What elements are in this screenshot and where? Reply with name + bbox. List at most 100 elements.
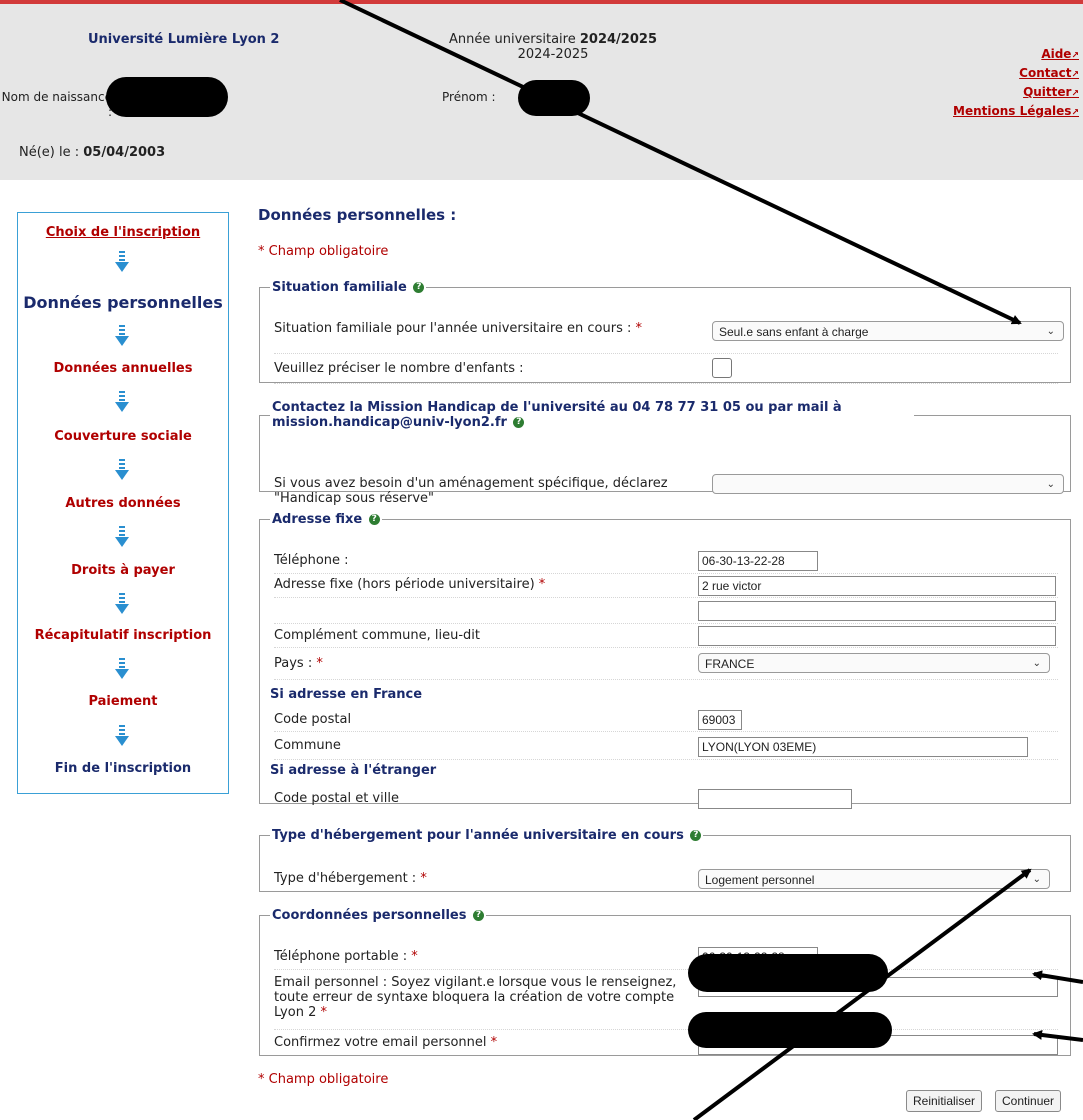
hebergement-label: Type d'hébergement : * (274, 871, 427, 886)
row-cpville: Code postal et ville (274, 781, 1058, 811)
birthdate-value: 05/04/2003 (83, 145, 166, 160)
row-commune: Commune LYON(LYON 03EME) (274, 731, 1058, 760)
handicap-label: Si vous avez besoin d'un aménagement spé… (274, 476, 668, 506)
fieldset-situation: Situation familiale ? Situation familial… (259, 280, 1071, 384)
help-icon[interactable]: ? (368, 514, 380, 525)
logout-link[interactable]: Quitter (953, 84, 1079, 103)
cp-label: Code postal (274, 712, 352, 727)
redacted-name (106, 77, 228, 117)
birthdate: Né(e) le : 05/04/2003 (19, 145, 165, 160)
step-paiement: Paiement (88, 694, 158, 709)
hebergement-select[interactable]: Logement personnel ⌄ (698, 869, 1050, 889)
adresse-label: Adresse fixe (hors période universitaire… (274, 577, 546, 592)
fieldset-coordonnees: Coordonnées personnelles ? Téléphone por… (259, 908, 1071, 1056)
row-cp: Code postal 69003 (274, 705, 1058, 732)
reset-button[interactable]: Reinitialiser (906, 1090, 983, 1112)
children-count-field[interactable] (712, 358, 732, 378)
portable-label: Téléphone portable : * (274, 949, 418, 964)
help-icon[interactable]: ? (513, 417, 525, 428)
step-droits-payer: Droits à payer (71, 563, 175, 578)
help-icon[interactable]: ? (413, 282, 425, 293)
nom-label: Nom de naissance : (1, 90, 112, 119)
down-arrow-icon (115, 391, 129, 412)
steps-sidebar: Choix de l'inscription Données personnel… (17, 212, 229, 794)
step-donnees-annuelles: Données annuelles (53, 361, 193, 376)
down-arrow-icon (115, 459, 129, 480)
required-note-bottom: * Champ obligatoire (258, 1072, 389, 1087)
commune-label: Commune (274, 738, 341, 753)
cpville-field[interactable] (698, 789, 852, 809)
prenom-label: Prénom : (442, 90, 496, 104)
continue-button[interactable]: Continuer (995, 1090, 1062, 1112)
handicap-select[interactable]: ⌄ (712, 474, 1064, 494)
step-couverture-sociale: Couverture sociale (54, 429, 192, 444)
complement-field[interactable] (698, 626, 1056, 646)
chevron-down-icon: ⌄ (1032, 874, 1041, 885)
down-arrow-icon (115, 526, 129, 547)
step-donnees-personnelles: Données personnelles (23, 293, 223, 312)
legal-link[interactable]: Mentions Légales (953, 103, 1079, 122)
fieldset-handicap: Contactez la Mission Handicap de l'unive… (259, 400, 1071, 506)
legend-handicap: Contactez la Mission Handicap de l'unive… (272, 400, 842, 430)
header: Université Lumière Lyon 2 Année universi… (0, 4, 1083, 180)
complement-label: Complément commune, lieu-dit (274, 628, 480, 643)
email-label: Email personnel : Soyez vigilant.e lorsq… (274, 975, 677, 1020)
redacted-email (688, 954, 888, 992)
etranger-heading: Si adresse à l'étranger (270, 763, 437, 778)
row-children: Veuillez préciser le nombre d'enfants : (274, 355, 1058, 384)
down-arrow-icon (115, 658, 129, 679)
row-adresse: Adresse fixe (hors période universitaire… (274, 573, 1058, 598)
academic-year: Année universitaire 2024/2025 2024-2025 (418, 32, 688, 62)
down-arrow-icon (115, 251, 129, 272)
help-icon[interactable]: ? (690, 830, 702, 841)
header-links: Aide Contact Quitter Mentions Légales (953, 46, 1079, 122)
cpville-label: Code postal et ville (274, 791, 399, 806)
telephone-label: Téléphone : (274, 553, 349, 568)
children-label: Veuillez préciser le nombre d'enfants : (274, 361, 524, 376)
row-handicap: Si vous avez besoin d'un aménagement spé… (274, 470, 1064, 510)
telephone-field[interactable]: 06-30-13-22-28 (698, 551, 818, 571)
contact-link[interactable]: Contact (953, 65, 1079, 84)
row-telephone: Téléphone : 06-30-13-22-28 (274, 547, 1058, 574)
pays-label: Pays : * (274, 656, 323, 671)
university-name: Université Lumière Lyon 2 (88, 32, 280, 47)
row-situation: Situation familiale pour l'année univers… (274, 317, 1064, 354)
chevron-down-icon: ⌄ (1046, 326, 1055, 337)
row-portable: Téléphone portable : * 06-30-13-22-28 (274, 943, 1058, 970)
year-label: Année universitaire (448, 32, 580, 47)
row-complement: Complément commune, lieu-dit (274, 623, 1058, 648)
down-arrow-icon (115, 593, 129, 614)
row-pays: Pays : * FRANCE ⌄ (274, 647, 1058, 680)
cp-field[interactable]: 69003 (698, 710, 742, 730)
required-note-top: * Champ obligatoire (258, 244, 389, 259)
adresse-field[interactable]: 2 rue victor (698, 576, 1056, 596)
birthdate-label: Né(e) le : (19, 145, 84, 160)
fieldset-adresse: Adresse fixe ? Téléphone : 06-30-13-22-2… (259, 512, 1071, 809)
confirm-email-label: Confirmez votre email personnel * (274, 1035, 498, 1050)
year-sub: 2024-2025 (517, 47, 589, 62)
help-icon[interactable]: ? (473, 910, 484, 921)
legend-adresse: Adresse fixe ? (270, 512, 382, 527)
down-arrow-icon (115, 325, 129, 346)
row-confirm-email: Confirmez votre email personnel * (274, 1029, 1058, 1061)
step-fin-inscription: Fin de l'inscription (54, 761, 192, 776)
row-hebergement: Type d'hébergement : * Logement personne… (274, 865, 1058, 895)
year-value: 2024/2025 (579, 32, 657, 47)
situation-select[interactable]: Seul.e sans enfant à charge ⌄ (712, 321, 1064, 341)
row-email: Email personnel : Soyez vigilant.e lorsq… (274, 969, 1058, 1030)
pays-select[interactable]: FRANCE ⌄ (698, 653, 1050, 673)
france-heading: Si adresse en France (270, 687, 423, 702)
redacted-confirm-email (688, 1012, 892, 1048)
step-choix-inscription[interactable]: Choix de l'inscription (18, 225, 228, 240)
fieldset-hebergement: Type d'hébergement pour l'année universi… (259, 828, 1071, 892)
down-arrow-icon (115, 725, 129, 746)
chevron-down-icon: ⌄ (1046, 479, 1055, 490)
chevron-down-icon: ⌄ (1032, 658, 1041, 669)
help-link[interactable]: Aide (953, 46, 1079, 65)
adresse-line2-field[interactable] (698, 601, 1056, 621)
legend-hebergement: Type d'hébergement pour l'année universi… (270, 828, 703, 843)
step-recapitulatif: Récapitulatif inscription (34, 628, 212, 643)
step-autres-donnees: Autres données (65, 496, 181, 511)
legend-situation: Situation familiale ? (270, 280, 426, 295)
commune-field[interactable]: LYON(LYON 03EME) (698, 737, 1028, 757)
